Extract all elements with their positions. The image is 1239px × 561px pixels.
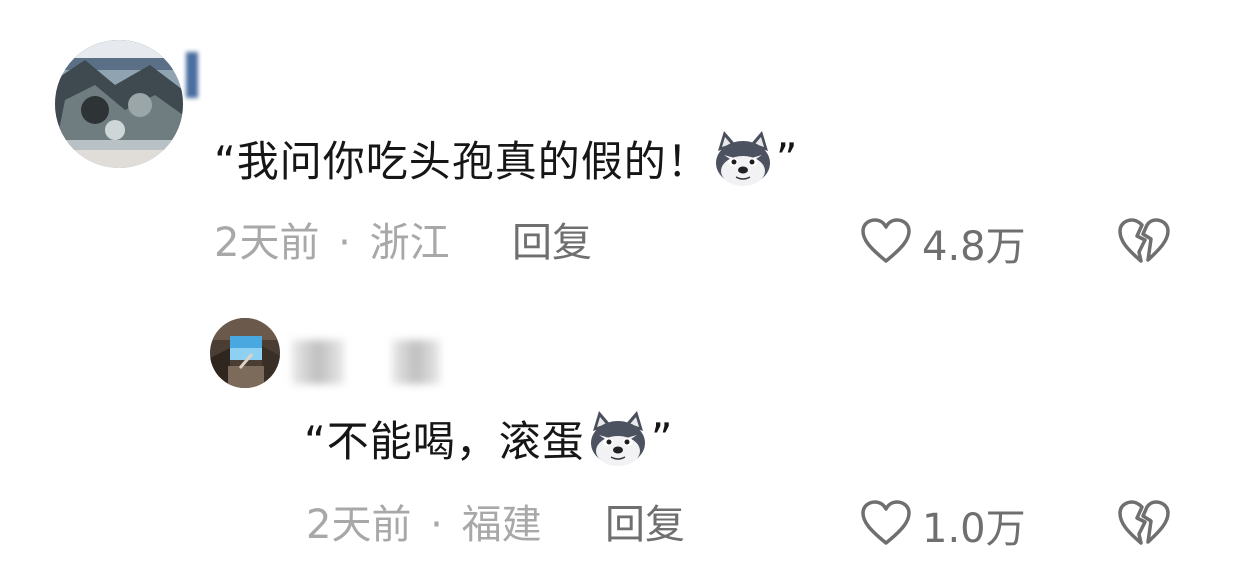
comment-meta: 2天前 · 浙江 [214,218,450,268]
comment-text-body: “我问你吃头孢真的假的！ [214,136,710,186]
reply-text: “不能喝，滚蛋 ” [304,408,674,468]
husky-dog-emoji [587,409,649,467]
meta-separator: · [338,220,351,266]
reply-commenter-name-redacted-2[interactable] [392,340,440,384]
reply-text-body: “不能喝，滚蛋 [304,416,585,466]
dislike-button[interactable] [1117,216,1171,266]
heart-icon [860,217,912,269]
like-count: 4.8万 [922,224,1026,270]
reply-button[interactable]: 回复 [605,500,685,550]
comment-text-close: ” [775,133,799,183]
reply-location: 福建 [461,502,542,548]
reply-button[interactable]: 回复 [512,218,592,268]
like-button[interactable]: 1.0万 [860,498,1026,552]
reply-commenter-avatar[interactable] [210,318,280,388]
reply-commenter-name-redacted-1[interactable] [292,340,344,384]
like-count: 1.0万 [922,506,1026,552]
reply-time: 2天前 [306,502,412,548]
comment-location: 浙江 [369,220,450,266]
comment-time: 2天前 [214,220,320,266]
meta-separator: · [430,502,443,548]
reply-text-close: ” [650,413,674,463]
commenter-avatar[interactable] [55,40,183,168]
comment-text: “我问你吃头孢真的假的！ ” [214,128,799,188]
heart-icon [860,499,912,551]
commenter-name-redacted[interactable] [186,52,198,98]
reply-meta: 2天前 · 福建 [306,500,542,550]
broken-heart-icon [1117,218,1171,270]
husky-dog-emoji [712,129,774,187]
broken-heart-icon [1117,500,1171,552]
dislike-button[interactable] [1117,498,1171,548]
like-button[interactable]: 4.8万 [860,216,1026,270]
